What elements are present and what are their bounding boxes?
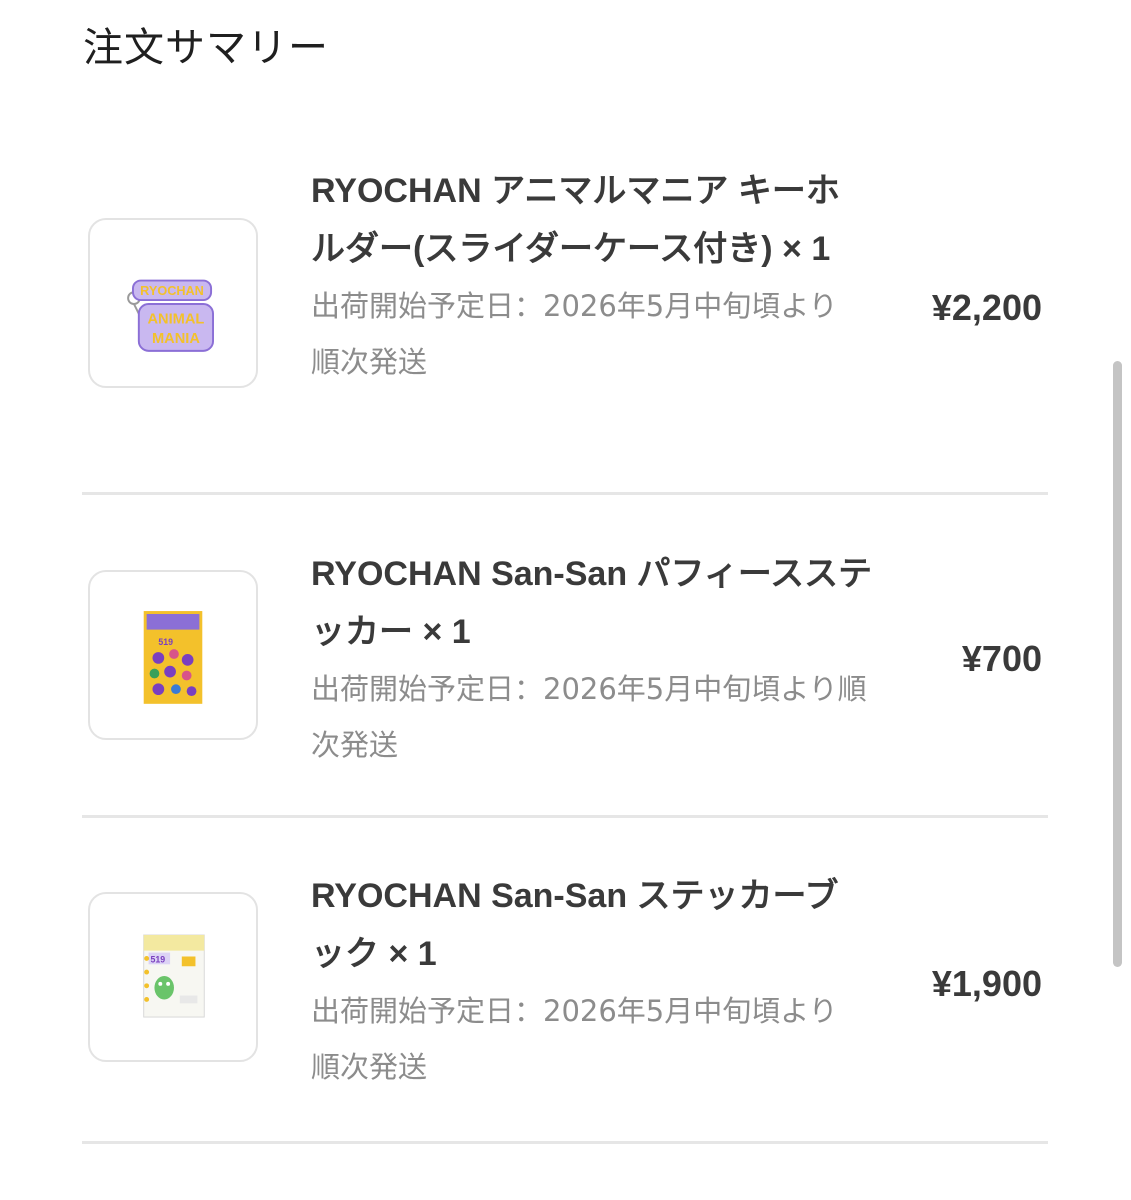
scrollbar[interactable]: [1113, 361, 1122, 967]
sticker-sheet-image: 519: [143, 611, 203, 704]
item-price: ¥2,200: [931, 287, 1042, 328]
item-shipping: 出荷開始予定日：2026年5月中旬頃より順次発送: [311, 289, 838, 379]
item-name[interactable]: RYOCHAN アニマルマニア キーホルダー(スライダーケース付き) × 1: [311, 162, 856, 278]
keyholder-text-3: MANIA: [152, 331, 200, 347]
item-info: RYOCHAN アニマルマニア キーホルダー(スライダーケース付き) × 1 出…: [311, 162, 856, 390]
page-title: 注文サマリー: [83, 25, 329, 71]
item-divider: [82, 815, 1048, 818]
item-shipping: 出荷開始予定日：2026年5月中旬頃より順次発送: [311, 994, 838, 1084]
item-name[interactable]: RYOCHAN San-San パフィースステッカー × 1: [311, 545, 891, 661]
keyholder-image: RYOCHAN ANIMAL MANIA: [127, 279, 215, 352]
keyholder-text-1: RYOCHAN: [140, 284, 204, 298]
item-divider: [82, 1141, 1048, 1144]
item-price: ¥700: [961, 638, 1042, 679]
item-info: RYOCHAN San-San パフィースステッカー × 1 出荷開始予定日：2…: [311, 545, 891, 773]
item-name[interactable]: RYOCHAN San-San ステッカーブック × 1: [311, 867, 856, 983]
sticker-book-image: 519: [143, 934, 205, 1018]
item-info: RYOCHAN San-San ステッカーブック × 1 出荷開始予定日：202…: [311, 867, 856, 1095]
item-thumbnail[interactable]: 519: [88, 892, 258, 1062]
keyholder-text-2: ANIMAL: [147, 312, 204, 328]
item-shipping: 出荷開始予定日：2026年5月中旬頃より順次発送: [311, 672, 867, 762]
order-item[interactable]: 519 RYOCHAN San-San パフィースステッカー × 1 出荷開始予…: [82, 545, 1048, 780]
item-thumbnail[interactable]: 519: [88, 570, 258, 740]
item-thumbnail[interactable]: RYOCHAN ANIMAL MANIA: [88, 218, 258, 388]
order-item[interactable]: 519 RYOCHAN San-San ステッカーブック × 1 出荷開始予定日…: [82, 867, 1048, 1107]
order-item[interactable]: RYOCHAN ANIMAL MANIA RYOCHAN アニマルマニア キーホ…: [82, 160, 1048, 460]
sticker-label: 519: [158, 637, 173, 647]
item-divider: [82, 492, 1048, 495]
book-label: 519: [151, 954, 166, 964]
item-price: ¥1,900: [931, 963, 1042, 1004]
